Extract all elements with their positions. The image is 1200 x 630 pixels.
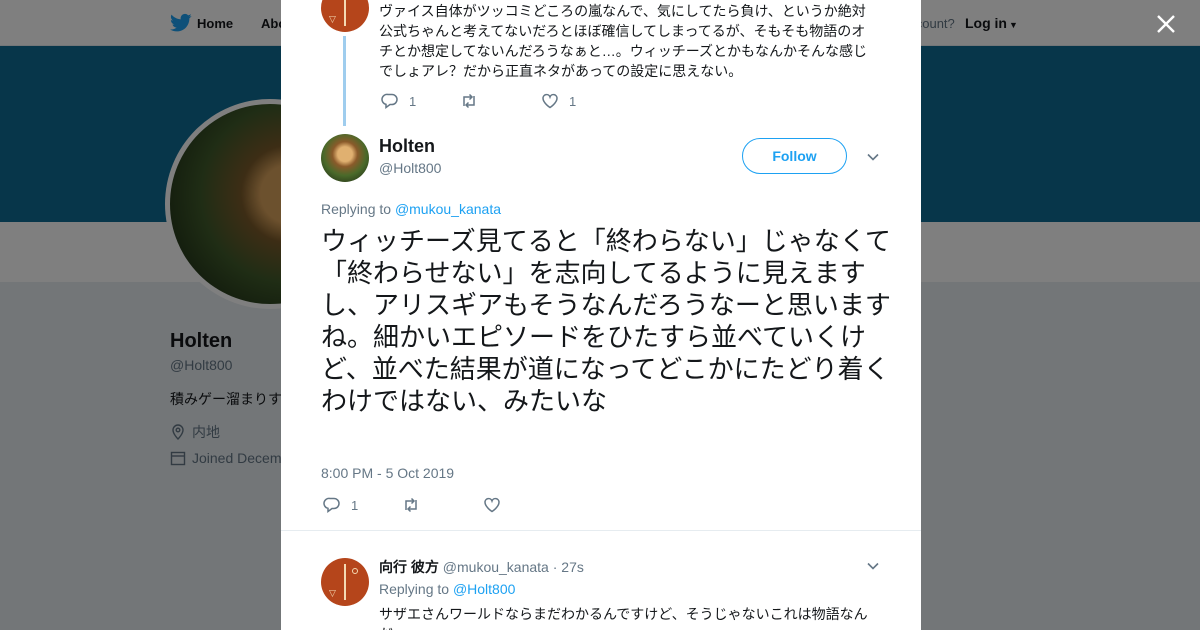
reply-time[interactable]: · 27s xyxy=(553,559,584,575)
like-action[interactable] xyxy=(483,496,501,514)
reply-replying-link[interactable]: @Holt800 xyxy=(453,581,515,597)
reply-author-handle[interactable]: @mukou_kanata xyxy=(443,559,549,575)
reply-tweet-text: サザエさんワールドならまだわかるんですけど、そうじゃないこれは物語なんだ xyxy=(379,606,868,630)
tweet-text: ウィッチーズ見てると「終わらない」じゃなくて「終わらせない」を志向してるように見… xyxy=(321,227,891,417)
chevron-down-icon[interactable] xyxy=(866,559,880,573)
previous-like-count: 1 xyxy=(569,93,577,109)
reply-author-line[interactable]: 向行 彼方 @mukou_kanata · 27s xyxy=(379,557,584,577)
replying-to-line: Replying to @mukou_kanata xyxy=(321,201,501,217)
author-handle[interactable]: @Holt800 xyxy=(379,160,441,176)
previous-reply-action[interactable]: 1 xyxy=(381,92,416,110)
tweet-timestamp[interactable]: 8:00 PM - 5 Oct 2019 xyxy=(321,465,454,481)
close-icon[interactable] xyxy=(1154,12,1178,36)
reply-replying-prefix: Replying to xyxy=(379,581,450,597)
reply-action[interactable]: 1 xyxy=(323,496,358,514)
previous-like-action[interactable]: 1 xyxy=(541,92,576,110)
author-avatar[interactable] xyxy=(321,134,369,182)
avatar-triangle: ▽ xyxy=(329,588,336,598)
heart-icon xyxy=(484,497,500,513)
previous-tweet-avatar[interactable]: ▽ xyxy=(321,0,369,32)
heart-icon xyxy=(542,93,558,109)
previous-retweet-action[interactable] xyxy=(460,92,478,110)
thread-connector-line xyxy=(343,36,346,126)
replying-to-link[interactable]: @mukou_kanata xyxy=(395,201,501,217)
replying-to-prefix: Replying to xyxy=(321,201,392,217)
reply-count: 1 xyxy=(351,497,359,513)
avatar-ring xyxy=(352,568,358,574)
reply-author-name[interactable]: 向行 彼方 xyxy=(379,559,439,575)
previous-tweet-text: ヴァイス自体がツッコミどころの嵐なんで、気にしてたら負け、というか絶対公式ちゃん… xyxy=(379,3,868,79)
author-name[interactable]: Holten xyxy=(379,136,435,157)
previous-reply-count: 1 xyxy=(409,93,417,109)
retweet-icon xyxy=(463,93,475,109)
retweet-action[interactable] xyxy=(402,496,420,514)
avatar-stick xyxy=(344,0,346,26)
reply-icon xyxy=(381,93,398,109)
follow-button[interactable]: Follow xyxy=(742,138,847,174)
chevron-down-icon[interactable] xyxy=(866,150,880,164)
reply-author-avatar[interactable]: ▽ xyxy=(321,558,369,606)
avatar-stick xyxy=(344,564,346,600)
reply-replying-to-line: Replying to @Holt800 xyxy=(379,581,515,597)
tweet-modal: ▽ ヴァイス自体がツッコミどころの嵐なんで、気にしてたら負け、というか絶対公式ち… xyxy=(281,0,921,630)
retweet-icon xyxy=(405,497,417,513)
avatar-triangle: ▽ xyxy=(329,14,336,24)
reply-divider xyxy=(281,530,921,540)
reply-icon xyxy=(323,497,340,513)
